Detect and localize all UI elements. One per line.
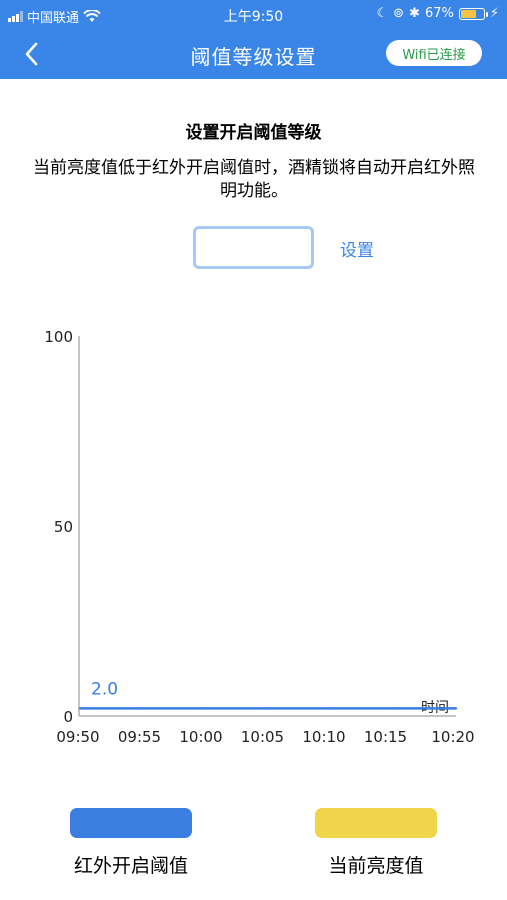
x-tick-label: 10:00 [179, 728, 222, 746]
legend-swatch-threshold [70, 808, 192, 838]
legend-label-threshold: 红外开启阈值 [73, 855, 188, 877]
x-tick-label: 09:55 [118, 728, 161, 746]
x-tick-label: 09:50 [56, 728, 99, 746]
orientation-lock-icon: ⊚ [393, 6, 405, 21]
section-title: 设置开启阈值等级 [185, 123, 322, 143]
data-point [454, 707, 458, 710]
threshold-input[interactable] [193, 226, 314, 269]
data-point [329, 707, 332, 710]
app-header: 中国联通 上午9:50 ☾ ⊚ ✱ 67% ⚡ 阈值等级设置 Wifi已连接 [0, 0, 507, 79]
x-tick-label: 10:10 [302, 728, 345, 746]
battery-icon [458, 7, 488, 20]
x-tick-label: 10:15 [364, 728, 407, 746]
threshold-description: 当前亮度值低于红外开启阈值时，酒精锁将自动开启红外照明功能。 [33, 158, 475, 201]
status-bar: 中国联通 上午9:50 ☾ ⊚ ✱ 67% ⚡ [0, 0, 507, 30]
bluetooth-icon: ✱ [409, 6, 420, 21]
x-tick-label: 10:05 [241, 728, 284, 746]
y-tick-label: 50 [54, 518, 73, 536]
threshold-chart: 0 50 100 09:50 09:55 10:00 10:05 10:10 10:15 10:2… [44, 328, 474, 746]
x-tick-label: 10:20 [431, 728, 474, 746]
wifi-status-badge: Wifi已连接 [386, 40, 482, 66]
y-tick-label: 100 [44, 328, 73, 346]
data-point [141, 707, 144, 710]
moon-icon: ☾ [376, 6, 389, 21]
legend-label-brightness: 当前亮度值 [328, 855, 424, 877]
data-point [78, 707, 82, 710]
y-tick-label: 0 [63, 708, 73, 726]
data-label: 2.0 [91, 679, 118, 699]
data-point [204, 707, 207, 710]
set-button[interactable]: 设置 [340, 236, 374, 261]
legend-swatch-brightness [315, 808, 437, 838]
battery-percent: 67% [424, 6, 454, 21]
charging-icon: ⚡ [489, 6, 499, 21]
status-right: ☾ ⊚ ✱ 67% ⚡ [376, 6, 499, 21]
data-point [392, 707, 395, 710]
nav-bar: 阈值等级设置 Wifi已连接 [0, 30, 507, 79]
data-point [266, 707, 270, 710]
